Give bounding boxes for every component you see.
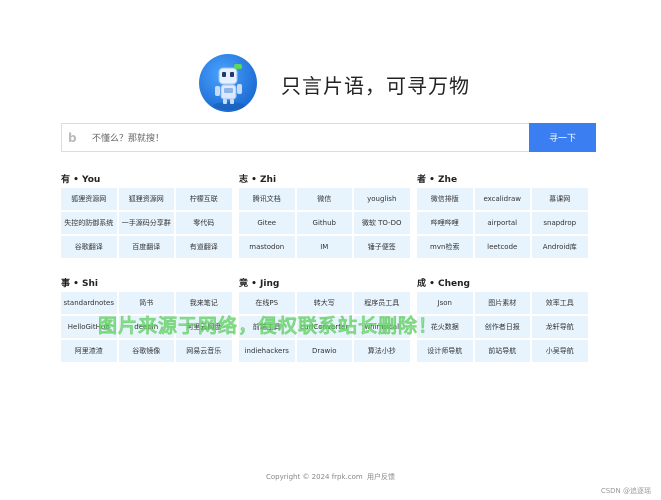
link-grid: 在线PS 转大写 程序员工具 前端工具 curlConverter whimsi… [239, 292, 418, 362]
bing-icon[interactable]: b [68, 131, 77, 145]
link-item[interactable]: airportal [474, 212, 530, 234]
search-button[interactable]: 寻一下 [529, 123, 596, 152]
link-item[interactable]: Drawio [296, 340, 352, 362]
link-item[interactable]: leetcode [474, 236, 530, 258]
copyright-text: Copyright © 2024 frpk.com [266, 473, 363, 481]
section-cheng: 成 • Cheng Json 图片素材 效率工具 花火数据 创作者日报 龙轩导航… [417, 278, 596, 362]
robot-mascot-icon [213, 64, 245, 110]
link-item[interactable]: standardnotes [61, 292, 117, 314]
link-item[interactable]: youglish [354, 188, 410, 210]
link-item[interactable]: 创作者日报 [474, 316, 530, 338]
link-item[interactable]: 网易云音乐 [176, 340, 232, 362]
link-item[interactable]: 阿里云网盘 [176, 316, 232, 338]
link-item[interactable]: curlConverter [296, 316, 352, 338]
link-item[interactable]: excalidraw [474, 188, 530, 210]
link-item[interactable]: indiehackers [239, 340, 295, 362]
link-item[interactable]: 零代码 [176, 212, 232, 234]
link-grid: Json 图片素材 效率工具 花火数据 创作者日报 龙轩导航 设计师导航 前站导… [417, 292, 596, 362]
link-item[interactable]: 设计师导航 [417, 340, 473, 362]
link-item[interactable]: Github [296, 212, 352, 234]
section-title: 事 • Shi [61, 279, 98, 289]
link-item[interactable]: whimsical [354, 316, 410, 338]
feedback-link[interactable]: 用户反馈 [367, 473, 395, 481]
link-grid: 腾讯文档 微信 youglish Gitee Github 微软 TO-DO m… [239, 188, 418, 258]
link-item[interactable]: 微信排版 [417, 188, 473, 210]
link-item[interactable]: 一手源码分享群 [118, 212, 174, 234]
link-item[interactable]: mvn检索 [417, 236, 473, 258]
link-item[interactable]: 转大写 [296, 292, 352, 314]
link-item[interactable]: 微信 [296, 188, 352, 210]
section-you: 有 • You 狐狸资源网 狐狸资源网 柠檬互联 失控的防御系统 一手源码分享群… [61, 174, 240, 258]
link-item[interactable]: 微软 TO-DO [354, 212, 410, 234]
section-title: 成 • Cheng [417, 279, 470, 289]
corner-watermark: CSDN @追逐瑶 [600, 487, 651, 495]
section-jing: 竟 • Jing 在线PS 转大写 程序员工具 前端工具 curlConvert… [239, 278, 418, 362]
link-item[interactable]: 龙轩导航 [532, 316, 588, 338]
link-item[interactable]: 阿里渣渣 [61, 340, 117, 362]
link-item[interactable]: 简书 [118, 292, 174, 314]
link-item[interactable]: 前端工具 [239, 316, 295, 338]
section-shi: 事 • Shi standardnotes 简书 我来笔记 HelloGitHu… [61, 278, 240, 362]
link-item[interactable]: 谷歌镜像 [118, 340, 174, 362]
link-grid: standardnotes 简书 我来笔记 HelloGitHub deepin… [61, 292, 240, 362]
link-item[interactable]: Gitee [239, 212, 295, 234]
link-item[interactable]: HelloGitHub [61, 316, 117, 338]
link-item[interactable]: Android库 [532, 236, 588, 258]
link-item[interactable]: 有道翻译 [176, 236, 232, 258]
section-title: 有 • You [61, 175, 101, 185]
link-item[interactable]: 图片素材 [474, 292, 530, 314]
link-item[interactable]: 百度翻译 [118, 236, 174, 258]
page: 只言片语，可寻万物 b 寻一下 有 • You 狐狸资源网 狐狸资源网 柠檬互联… [0, 0, 661, 500]
link-item[interactable]: Json [417, 292, 473, 314]
link-item[interactable]: 失控的防御系统 [61, 212, 117, 234]
search-bar: b 寻一下 [61, 123, 596, 152]
site-title: 只言片语，可寻万物 [281, 74, 470, 98]
link-item[interactable]: 哔哩哔哩 [417, 212, 473, 234]
link-item[interactable]: 锤子便签 [354, 236, 410, 258]
link-item[interactable]: mastodon [239, 236, 295, 258]
footer: Copyright © 2024 frpk.com 用户反馈 [0, 472, 661, 482]
link-item[interactable]: snapdrop [532, 212, 588, 234]
link-item[interactable]: 柠檬互联 [176, 188, 232, 210]
link-item[interactable]: 狐狸资源网 [61, 188, 117, 210]
link-item[interactable]: 前站导航 [474, 340, 530, 362]
site-logo[interactable] [199, 54, 257, 112]
link-item[interactable]: 程序员工具 [354, 292, 410, 314]
section-zhi: 志 • Zhi 腾讯文档 微信 youglish Gitee Github 微软… [239, 174, 418, 258]
link-grid: 狐狸资源网 狐狸资源网 柠檬互联 失控的防御系统 一手源码分享群 零代码 谷歌翻… [61, 188, 240, 258]
link-item[interactable]: 小吴导航 [532, 340, 588, 362]
link-item[interactable]: 效率工具 [532, 292, 588, 314]
link-item[interactable]: 算法小抄 [354, 340, 410, 362]
link-item[interactable]: 腾讯文档 [239, 188, 295, 210]
search-input[interactable] [90, 127, 524, 150]
link-item[interactable]: 狐狸资源网 [118, 188, 174, 210]
link-item[interactable]: 慕课网 [532, 188, 588, 210]
link-item[interactable]: 谷歌翻译 [61, 236, 117, 258]
section-title: 竟 • Jing [239, 279, 280, 289]
link-item[interactable]: 在线PS [239, 292, 295, 314]
link-item[interactable]: IM [296, 236, 352, 258]
link-item[interactable]: 我来笔记 [176, 292, 232, 314]
link-item[interactable]: deepin [118, 316, 174, 338]
link-item[interactable]: 花火数据 [417, 316, 473, 338]
link-grid: 微信排版 excalidraw 慕课网 哔哩哔哩 airportal snapd… [417, 188, 596, 258]
section-zhe: 者 • Zhe 微信排版 excalidraw 慕课网 哔哩哔哩 airport… [417, 174, 596, 258]
section-title: 志 • Zhi [239, 175, 277, 185]
section-title: 者 • Zhe [417, 175, 458, 185]
